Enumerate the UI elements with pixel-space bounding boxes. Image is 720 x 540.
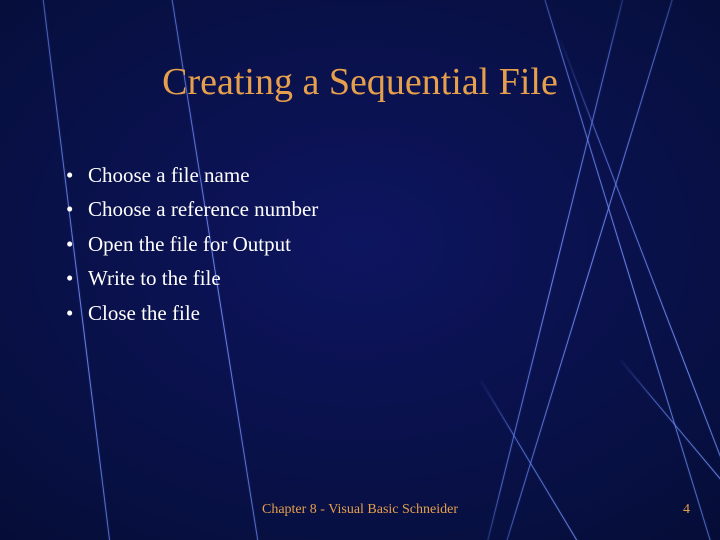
slide-title: Creating a Sequential File <box>0 60 720 104</box>
bullet-text: Close the file <box>88 298 640 328</box>
bullet-text: Write to the file <box>88 263 640 293</box>
list-item: • Choose a reference number <box>64 194 640 224</box>
list-item: • Choose a file name <box>64 160 640 190</box>
slide: Creating a Sequential File • Choose a fi… <box>0 0 720 540</box>
page-number: 4 <box>683 502 690 518</box>
bullet-icon: • <box>64 194 88 224</box>
list-item: • Open the file for Output <box>64 229 640 259</box>
bullet-icon: • <box>64 160 88 190</box>
list-item: • Close the file <box>64 298 640 328</box>
bullet-icon: • <box>64 263 88 293</box>
footer: Chapter 8 - Visual Basic Schneider 4 <box>0 502 720 522</box>
list-item: • Write to the file <box>64 263 640 293</box>
bullet-icon: • <box>64 229 88 259</box>
bullet-text: Choose a file name <box>88 160 640 190</box>
bullet-text: Choose a reference number <box>88 194 640 224</box>
bullet-list: • Choose a file name • Choose a referenc… <box>64 160 640 332</box>
bullet-icon: • <box>64 298 88 328</box>
footer-center-text: Chapter 8 - Visual Basic Schneider <box>0 502 720 518</box>
bullet-text: Open the file for Output <box>88 229 640 259</box>
